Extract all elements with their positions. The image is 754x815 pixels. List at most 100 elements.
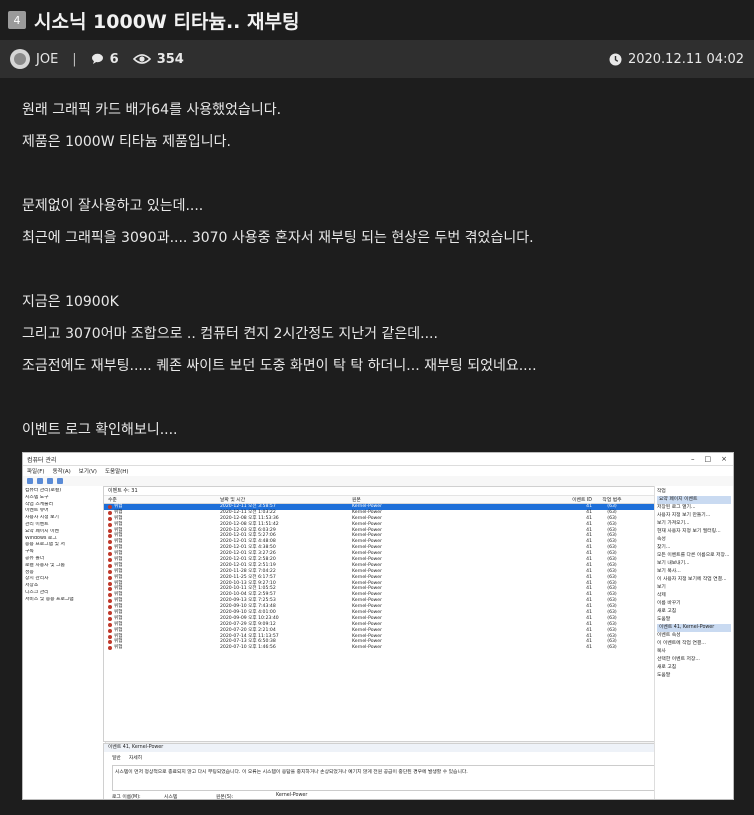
avatar[interactable] (10, 49, 30, 69)
action-item: 복사 (657, 649, 666, 654)
action-item: 보기 내보내기... (657, 561, 690, 566)
error-icon (108, 540, 112, 545)
detail-field: 원본(S): (216, 795, 234, 800)
date-cell: 2020-07-10 오후 1:46:56 (220, 645, 276, 651)
menu-item: 보기(V) (78, 469, 97, 475)
comment-count: 6 (109, 51, 119, 67)
event-list-header: 수준 날짜 및 시간 원본 이벤트 ID 작업 범주 (104, 496, 674, 504)
detail-description: 시스템이 먼저 정상적으로 종료되지 않고 다시 부팅되었습니다. 이 오류는 … (112, 765, 666, 791)
error-icon (108, 552, 112, 557)
paragraph: 제품은 1000W 티타늄 제품입니다. (22, 134, 231, 150)
error-icon (108, 622, 112, 627)
menu-item: 도움말(H) (104, 469, 129, 475)
separator: | (72, 51, 77, 67)
view-count: 354 (156, 51, 184, 67)
action-item: 사용자 지정 보기 만들기... (657, 513, 711, 518)
event-id-cell: 41 (586, 645, 592, 651)
maximize-icon: □ (704, 455, 712, 463)
level-label: 위험 (114, 645, 123, 651)
error-icon (108, 628, 112, 633)
column-header: 수준 (108, 498, 117, 503)
error-icon (108, 534, 112, 539)
post-title-bar: 4 시소닉 1000W 티타늄.. 재부팅 (0, 0, 754, 40)
action-item: 모든 이벤트를 다른 이름으로 저장... (657, 553, 730, 558)
level-cell: 위험 (104, 645, 220, 651)
action-item: 도움말 (657, 673, 671, 678)
event-list: 위험 2020-12-11 오전 3:58:57 Kernel-Power 41 (63… (104, 504, 674, 651)
error-icon (108, 605, 112, 610)
error-icon (108, 575, 112, 580)
back-icon (27, 478, 33, 484)
tree-item: 성능 (25, 569, 34, 575)
error-icon (108, 504, 112, 509)
source-cell: Kernel-Power (352, 645, 382, 651)
action-item: 삭제 (657, 593, 666, 598)
column-header: 원본 (352, 498, 361, 503)
paragraph: 그리고 3070어마 조합으로 .. 컴퓨터 켠지 2시간정도 지난거 같은데.… (22, 326, 438, 342)
event-list-pane: 이벤트 수: 31 수준 날짜 및 시간 원본 이벤트 ID 작업 범주 위험 2020-… (103, 486, 675, 742)
paragraph: 문제없이 잘사용하고 있는데.... (22, 198, 204, 214)
error-icon (108, 522, 112, 527)
column-header: 작업 범주 (602, 498, 622, 503)
tree-item: 디스크 관리 (25, 589, 49, 595)
error-icon (108, 510, 112, 515)
error-icon (108, 616, 112, 621)
actions-section-header: 요약 페이지 이벤트 (657, 496, 731, 504)
detail-field: 로그 이름(M): (112, 795, 141, 800)
clock-icon (609, 53, 622, 66)
tree-item: Windows 로그 (25, 535, 57, 541)
action-item: 이 사용자 지정 보기에 작업 연결... (657, 577, 727, 582)
author-name[interactable]: JOE (36, 52, 58, 67)
action-item: 현재 사용자 지정 보기 필터링... (657, 529, 721, 534)
tree-item: 시스템 도구 (25, 494, 49, 500)
error-icon (108, 528, 112, 533)
navigation-tree: 컴퓨터 관리(로컬) 시스템 도구 작업 스케줄러 이벤트 뷰어 사용자 지정 보기 관리… (23, 486, 106, 799)
error-icon (108, 546, 112, 551)
comment-icon (91, 53, 104, 65)
tree-item: 요약 페이지 이벤 (25, 528, 59, 534)
post-number-badge: 4 (8, 11, 26, 29)
tree-item: 공유 폴더 (25, 555, 45, 561)
error-icon (108, 563, 112, 568)
action-item: 보기 가져오기... (657, 521, 690, 526)
post-meta-bar: JOE | 6 354 2020.12.11 04:02 (0, 40, 754, 78)
action-item: 새로 고침 (657, 609, 677, 614)
event-viewer-screenshot: 컴퓨터 관리 – □ × 파일(F) 동작(A) 보기(V) 도움말(H) 컴퓨터 관리(… (22, 452, 734, 800)
table-row: 위험 2020-07-10 오후 1:46:56 Kernel-Power 41 (63… (104, 645, 674, 651)
actions-section-header: 이벤트 41, Kernel-Power (657, 624, 731, 632)
eye-icon (132, 53, 151, 65)
detail-tabs: 일반 자세히 (104, 752, 674, 763)
error-icon (108, 587, 112, 592)
error-icon (108, 581, 112, 586)
action-item: 찾기... (657, 545, 671, 550)
menu-item: 동작(A) (52, 469, 71, 475)
event-count: 이벤트 수: 31 (104, 487, 674, 496)
action-item: 보기 복사... (657, 569, 681, 574)
folder-icon (47, 478, 53, 484)
tree-item: 관리 이벤트 (25, 521, 49, 527)
error-icon (108, 599, 112, 604)
action-item: 이벤트 속성 (657, 633, 681, 638)
detail-field: 시스템 (164, 795, 178, 800)
error-icon (108, 640, 112, 645)
error-icon (108, 610, 112, 615)
event-detail-pane: 이벤트 41, Kernel-Power× 일반자세히 시스템이 먼저 정상적으… (103, 743, 675, 800)
detail-caption: 이벤트 41, Kernel-Power (108, 745, 164, 750)
error-icon (108, 516, 112, 521)
window-menubar: 파일(F) 동작(A) 보기(V) 도움말(H) (23, 466, 733, 476)
action-item: 새로 고침 (657, 665, 677, 670)
tree-item: 구독 (25, 549, 34, 555)
error-icon (108, 634, 112, 639)
tree-item: 작업 스케줄러 (25, 501, 54, 507)
menu-item: 파일(F) (27, 469, 45, 475)
action-item: 이름 바꾸기 (657, 601, 681, 606)
detail-tab: 일반 (112, 756, 121, 761)
post-date: 2020.12.11 04:02 (627, 51, 744, 67)
detail-field: Kernel-Power (276, 793, 308, 798)
action-item: 저장된 로그 열기... (657, 505, 696, 510)
forward-icon (37, 478, 43, 484)
tree-item: 컴퓨터 관리(로컬) (25, 488, 62, 493)
